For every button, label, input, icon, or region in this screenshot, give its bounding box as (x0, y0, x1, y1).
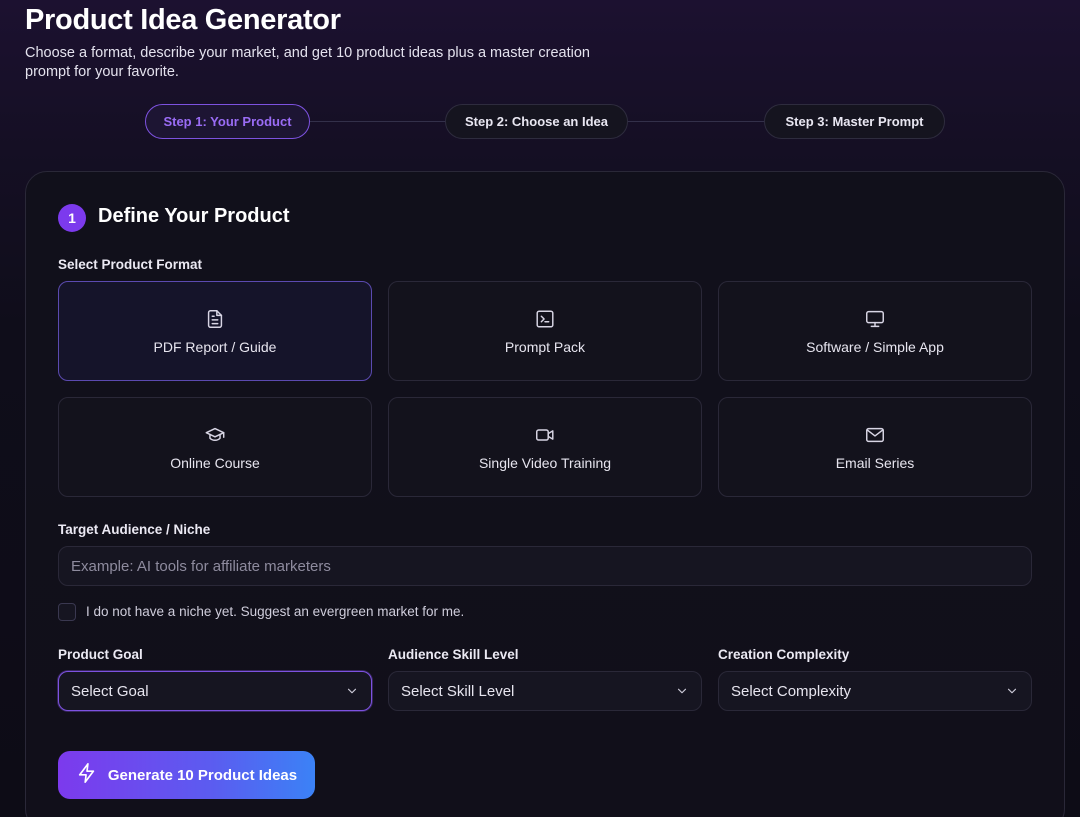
chevron-down-icon (675, 684, 689, 698)
step-3-master-prompt[interactable]: Step 3: Master Prompt (764, 104, 945, 139)
complexity-label: Creation Complexity (718, 647, 850, 662)
graduation-cap-icon (204, 424, 226, 446)
format-tile-email-series[interactable]: Email Series (718, 397, 1032, 497)
skill-select-value: Select Skill Level (401, 682, 515, 700)
format-tile-video-training[interactable]: Single Video Training (388, 397, 702, 497)
chevron-down-icon (345, 684, 359, 698)
format-tile-label: Email Series (835, 454, 915, 471)
goal-select-value: Select Goal (71, 682, 149, 700)
audience-label: Target Audience / Niche (58, 522, 211, 537)
generate-button-label: Generate 10 Product Ideas (107, 766, 298, 784)
no-niche-label: I do not have a niche yet. Suggest an ev… (86, 604, 465, 619)
lightning-icon (76, 762, 98, 788)
format-tile-label: Software / Simple App (806, 338, 944, 355)
complexity-select[interactable]: Select Complexity (718, 671, 1032, 711)
document-icon (204, 308, 226, 330)
skill-select[interactable]: Select Skill Level (388, 671, 702, 711)
step-2-choose-idea[interactable]: Step 2: Choose an Idea (445, 104, 628, 139)
goal-select[interactable]: Select Goal (58, 671, 372, 711)
format-tile-label: Online Course (170, 454, 260, 471)
format-tile-pdf-report[interactable]: PDF Report / Guide (58, 281, 372, 381)
generate-ideas-button[interactable]: Generate 10 Product Ideas (58, 751, 315, 799)
goal-label: Product Goal (58, 647, 143, 662)
chevron-down-icon (1005, 684, 1019, 698)
terminal-icon (534, 308, 556, 330)
step-1-your-product[interactable]: Step 1: Your Product (145, 104, 310, 139)
page-subtitle: Choose a format, describe your market, a… (25, 45, 590, 80)
no-niche-checkbox[interactable] (58, 603, 76, 621)
audience-input[interactable] (58, 546, 1032, 586)
card-title: Define Your Product (98, 205, 290, 227)
format-label: Select Product Format (58, 257, 203, 272)
format-tile-software-app[interactable]: Software / Simple App (718, 281, 1032, 381)
video-camera-icon (534, 424, 556, 446)
skill-label: Audience Skill Level (388, 647, 519, 662)
format-tile-label: Single Video Training (478, 454, 612, 471)
format-tile-prompt-pack[interactable]: Prompt Pack (388, 281, 702, 381)
monitor-icon (864, 308, 886, 330)
format-tile-online-course[interactable]: Online Course (58, 397, 372, 497)
page-title: Product Idea Generator (25, 4, 341, 36)
step-number-badge: 1 (58, 204, 86, 232)
mail-icon (864, 424, 886, 446)
complexity-select-value: Select Complexity (731, 682, 852, 700)
format-tile-label: Prompt Pack (504, 338, 586, 355)
format-tile-label: PDF Report / Guide (153, 338, 277, 355)
